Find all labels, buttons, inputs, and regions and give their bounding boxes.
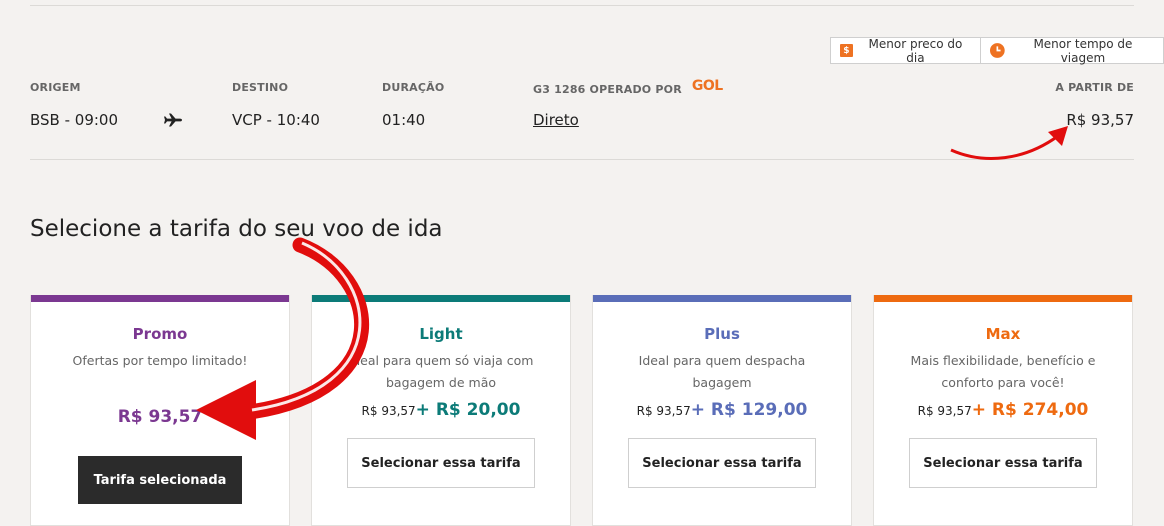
plane-icon	[164, 113, 182, 127]
fare-price-row: R$ 93,57 + R$ 20,00	[312, 400, 570, 420]
sort-options: $ Menor preco do dia Menor tempo de viag…	[830, 36, 1164, 65]
destination-value: VCP - 10:40	[232, 111, 320, 129]
fare-description: Ofertas por tempo limitado!	[72, 353, 248, 368]
top-divider	[30, 5, 1134, 6]
operator-label: G3 1286 OPERADO POR	[533, 82, 682, 96]
sort-fastest-label: Menor tempo de viagem	[1033, 36, 1133, 65]
fare-price: R$ 93,57	[117, 407, 203, 427]
section-title: Selecione a tarifa do seu voo de ida	[30, 216, 443, 242]
fare-base-price: R$ 93,57	[636, 404, 691, 418]
fare-description: Ideal para quem despacha bagagem	[638, 353, 806, 390]
gol-logo: GOL	[691, 78, 723, 94]
fare-color-bar	[312, 295, 570, 302]
stops-value[interactable]: Direto	[533, 111, 579, 129]
fare-description: Ideal para quem só viaja com bagagem de …	[348, 353, 534, 390]
fare-color-bar	[874, 295, 1132, 302]
operator-info: G3 1286 OPERADO POR GOL	[533, 78, 723, 97]
origin-value: BSB - 09:00	[30, 111, 119, 129]
fare-card-plus[interactable]: Plus Ideal para quem despacha bagagem R$…	[592, 295, 852, 526]
fare-name: Light	[419, 325, 463, 343]
duration-value: 01:40	[382, 111, 426, 129]
price-from-label: A PARTIR DE	[1055, 81, 1134, 94]
fare-name: Max	[985, 325, 1021, 343]
select-fare-button[interactable]: Selecionar essa tarifa	[909, 438, 1097, 488]
destination-label: DESTINO	[232, 81, 289, 94]
fare-name: Promo	[132, 325, 188, 343]
fare-extra-price: + R$ 129,00	[690, 400, 808, 420]
fare-selected-button[interactable]: Tarifa selecionada	[78, 456, 242, 504]
sort-cheapest-button[interactable]: $ Menor preco do dia	[831, 36, 981, 65]
fare-card-max[interactable]: Max Mais flexibilidade, benefício e conf…	[873, 295, 1133, 526]
fare-name: Plus	[704, 325, 740, 343]
fare-color-bar	[593, 295, 851, 302]
fare-color-bar	[31, 295, 289, 302]
fare-description: Mais flexibilidade, benefício e conforto…	[910, 353, 1096, 390]
clock-icon	[990, 43, 1005, 58]
stops-link[interactable]: Direto	[533, 111, 579, 129]
price-from-value: R$ 93,57	[1066, 111, 1134, 129]
flight-divider	[30, 159, 1134, 160]
sort-cheapest-label: Menor preco do dia	[868, 36, 963, 65]
select-fare-button[interactable]: Selecionar essa tarifa	[347, 438, 535, 488]
fare-extra-price: + R$ 20,00	[415, 400, 521, 420]
fare-base-price: R$ 93,57	[917, 404, 972, 418]
sort-fastest-button[interactable]: Menor tempo de viagem	[980, 36, 1163, 65]
fare-card-light[interactable]: Light Ideal para quem só viaja com bagag…	[311, 295, 571, 526]
fare-price-row: R$ 93,57 + R$ 129,00	[593, 400, 851, 420]
fare-card-promo[interactable]: Promo Ofertas por tempo limitado! R$ 93,…	[30, 295, 290, 526]
arrow-to-price-icon	[950, 126, 1068, 160]
fare-base-price: R$ 93,57	[361, 404, 416, 418]
dollar-icon: $	[840, 44, 853, 57]
duration-label: DURAÇÃO	[382, 81, 445, 94]
fare-extra-price: + R$ 274,00	[971, 400, 1089, 420]
fare-price-row: R$ 93,57 + R$ 274,00	[874, 400, 1132, 420]
origin-label: ORIGEM	[30, 81, 81, 94]
select-fare-button[interactable]: Selecionar essa tarifa	[628, 438, 816, 488]
